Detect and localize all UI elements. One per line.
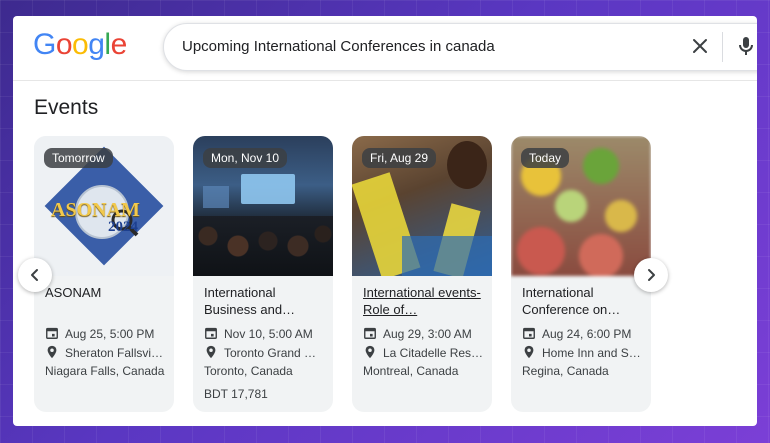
- location-pin-icon: [206, 345, 216, 359]
- search-divider: [722, 32, 723, 62]
- microphone-icon[interactable]: [734, 34, 757, 58]
- event-card[interactable]: Fri, Aug 29 International events- Role o…: [352, 136, 492, 412]
- person-face: [447, 141, 487, 189]
- calendar-icon: [523, 327, 535, 339]
- logo-letter: o: [55, 28, 73, 61]
- calendar-icon: [205, 327, 217, 339]
- date-badge: Mon, Nov 10: [203, 148, 288, 168]
- stage-light: [203, 186, 229, 208]
- event-venue-row: La Citadelle Res…: [363, 345, 483, 360]
- event-venue-row: Home Inn and S…: [522, 345, 641, 360]
- chevron-left-icon: [31, 269, 38, 281]
- event-title[interactable]: ASONAM: [45, 284, 167, 301]
- logo-letter: o: [72, 28, 89, 61]
- logo-letter: g: [88, 28, 105, 61]
- event-city: Niagara Falls, Canada: [45, 364, 165, 378]
- event-date-row: Aug 25, 5:00 PM: [45, 326, 154, 341]
- google-logo[interactable]: Google: [33, 28, 127, 62]
- event-venue-row: Sheraton Fallsvi…: [45, 345, 163, 360]
- event-title[interactable]: International events- Role of…: [363, 284, 485, 318]
- event-date-row: Aug 29, 3:00 AM: [363, 326, 472, 341]
- carousel-next-button[interactable]: [634, 258, 668, 292]
- event-venue: Home Inn and S…: [542, 346, 641, 360]
- event-date: Aug 29, 3:00 AM: [383, 327, 472, 341]
- date-badge: Today: [521, 148, 570, 168]
- event-venue: Sheraton Fallsvi…: [65, 346, 164, 360]
- events-heading: Events: [34, 96, 99, 119]
- calendar-icon: [364, 327, 376, 339]
- event-date: Aug 25, 5:00 PM: [65, 327, 155, 341]
- audience: [193, 216, 333, 276]
- sky-patch: [402, 236, 492, 276]
- event-date-row: Nov 10, 5:00 AM: [204, 326, 313, 341]
- event-card[interactable]: Today International Conference on… Aug 2…: [511, 136, 651, 412]
- event-date: Nov 10, 5:00 AM: [224, 327, 313, 341]
- event-venue: Toronto Grand …: [224, 346, 317, 360]
- event-date: Aug 24, 6:00 PM: [542, 327, 632, 341]
- event-image: ASONAM 2024 Tomorrow: [34, 136, 174, 276]
- search-header: Google Upcoming International Conference…: [13, 16, 757, 81]
- logo-letter: G: [33, 28, 56, 61]
- location-pin-icon: [524, 345, 534, 359]
- event-city: Toronto, Canada: [204, 364, 293, 378]
- search-box[interactable]: Upcoming International Conferences in ca…: [163, 23, 757, 71]
- event-image: Mon, Nov 10: [193, 136, 333, 276]
- event-venue: La Citadelle Res…: [383, 346, 484, 360]
- event-date-row: Aug 24, 6:00 PM: [522, 326, 631, 341]
- asonam-logo-year: 2024: [108, 219, 138, 235]
- search-input[interactable]: Upcoming International Conferences in ca…: [182, 38, 495, 55]
- location-pin-icon: [365, 345, 375, 359]
- event-price: BDT 17,781: [204, 387, 268, 401]
- event-title[interactable]: International Conference on…: [522, 284, 644, 318]
- event-venue-row: Toronto Grand …: [204, 345, 316, 360]
- date-badge: Tomorrow: [44, 148, 113, 168]
- date-badge: Fri, Aug 29: [362, 148, 437, 168]
- event-city: Montreal, Canada: [363, 364, 459, 378]
- event-city: Regina, Canada: [522, 364, 609, 378]
- chevron-right-icon: [648, 269, 655, 281]
- close-icon[interactable]: [688, 34, 712, 58]
- stage-screen: [241, 174, 295, 204]
- event-card[interactable]: ASONAM 2024 Tomorrow ASONAM Aug 25, 5:00…: [34, 136, 174, 412]
- event-image: Fri, Aug 29: [352, 136, 492, 276]
- location-pin-icon: [47, 345, 57, 359]
- carousel-prev-button[interactable]: [18, 258, 52, 292]
- event-card[interactable]: Mon, Nov 10 International Business and… …: [193, 136, 333, 412]
- results-panel: Google Upcoming International Conference…: [13, 16, 757, 426]
- logo-letter: e: [110, 28, 128, 61]
- event-title[interactable]: International Business and…: [204, 284, 326, 318]
- calendar-icon: [46, 327, 58, 339]
